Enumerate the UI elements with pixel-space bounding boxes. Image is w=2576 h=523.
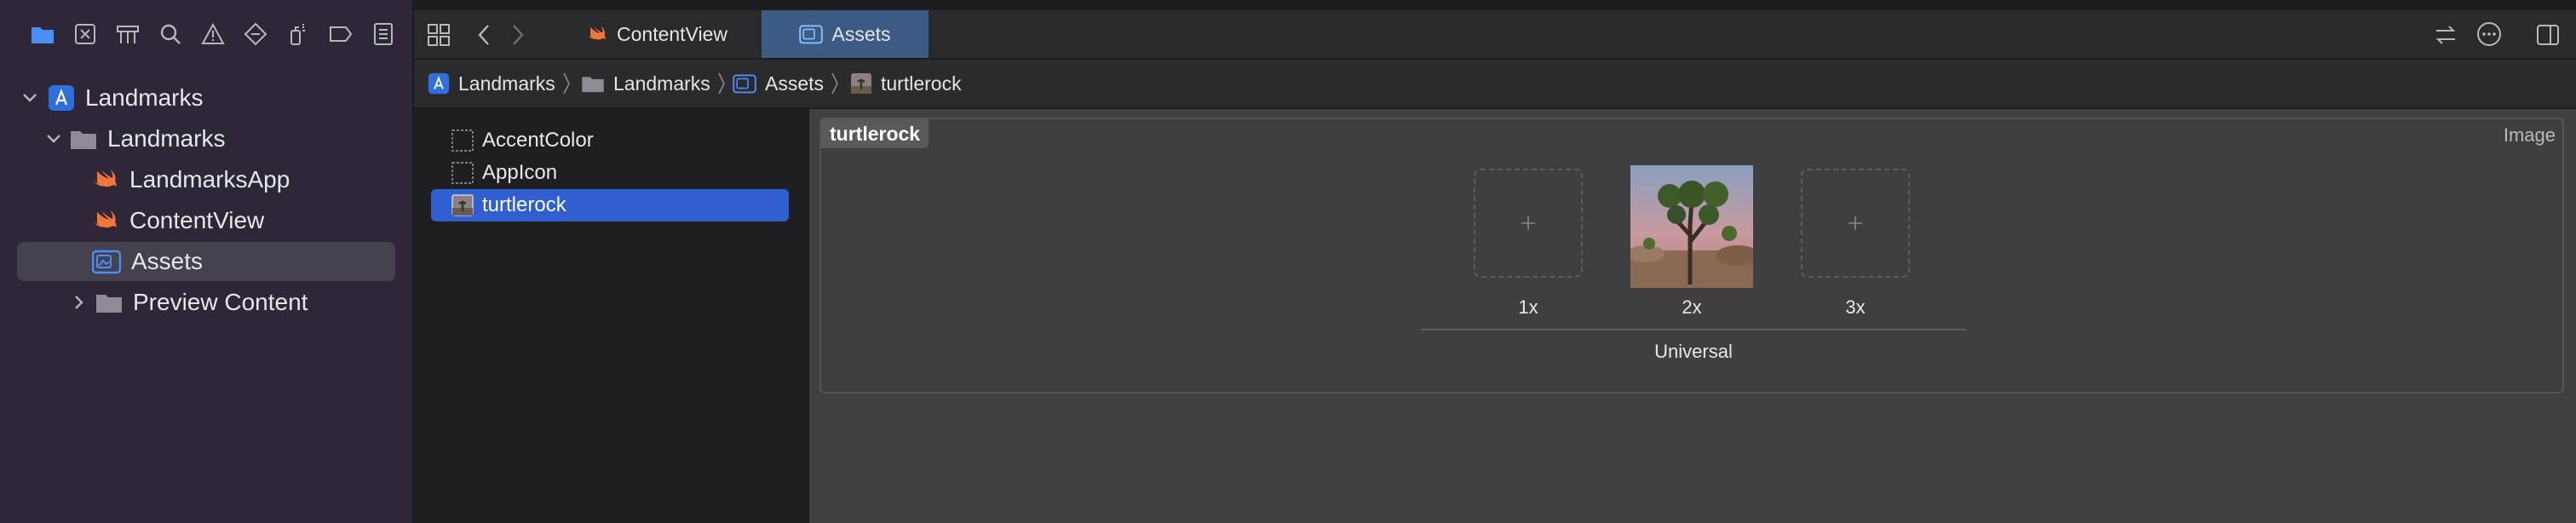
forward-chevron-icon[interactable] — [509, 22, 526, 48]
app-icon-set-icon — [451, 162, 474, 184]
asset-catalog-icon — [733, 73, 756, 94]
tree-item-project-landmarks[interactable]: Landmarks — [17, 78, 395, 118]
asset-catalog-icon — [92, 249, 121, 274]
slot-label-1x: 1x — [1518, 296, 1538, 318]
plus-icon — [1845, 213, 1866, 233]
tree-item-label: ContentView — [129, 207, 265, 233]
tree-item-label: Preview Content — [133, 289, 308, 315]
joshua-tree-image — [1630, 165, 1753, 288]
tree-item-label: Assets — [131, 248, 204, 274]
asset-item-label: AccentColor — [482, 129, 594, 152]
swift-file-icon — [92, 168, 119, 192]
slot-label-3x: 3x — [1845, 296, 1866, 318]
tree-item-label: LandmarksApp — [129, 166, 290, 193]
navigator-sidebar: Landmarks Landmarks LandmarksApp Content… — [0, 0, 414, 523]
tab-label: Assets — [831, 22, 891, 45]
project-navigator-folder-icon[interactable] — [27, 19, 58, 49]
breadcrumb-label: turtlerock — [881, 72, 962, 95]
tab-contentview[interactable]: ContentView — [578, 10, 765, 58]
tree-item-label: Landmarks — [85, 84, 204, 111]
asset-catalog-icon — [799, 24, 824, 44]
debug-spray-icon[interactable] — [283, 19, 313, 49]
swift-file-icon — [92, 209, 119, 233]
asset-item-turtlerock[interactable]: turtlerock — [431, 189, 789, 221]
asset-item-label: AppIcon — [482, 161, 558, 184]
asset-item-label: turtlerock — [482, 193, 566, 216]
slot-1x-empty[interactable] — [1474, 169, 1583, 278]
tree-item-assets[interactable]: Assets — [17, 242, 395, 281]
tab-assets[interactable]: Assets — [762, 10, 929, 58]
chevron-down-icon[interactable] — [41, 134, 66, 144]
breadcrumb-item-turtlerock[interactable]: turtlerock — [850, 60, 962, 107]
search-icon[interactable] — [155, 19, 186, 49]
tree-item-label: Landmarks — [107, 125, 226, 152]
test-navigator-diamond-icon[interactable] — [240, 19, 271, 49]
asset-list: AccentColor AppIcon turtlerock — [414, 109, 809, 523]
tree-item-landmarksapp[interactable]: LandmarksApp — [17, 160, 395, 199]
chevron-right-icon[interactable] — [66, 295, 92, 310]
editor-tab-bar: ContentView Assets — [414, 0, 2576, 60]
image-set-panel: turtlerock Image 1x 2x 3x Universal — [819, 118, 2564, 394]
group-divider — [1421, 329, 1966, 330]
device-group-label: Universal — [1654, 341, 1733, 362]
source-control-icon[interactable] — [70, 19, 101, 49]
more-options-icon[interactable] — [2475, 20, 2503, 48]
tree-item-preview-content[interactable]: Preview Content — [17, 283, 395, 322]
breadcrumb-separator-icon — [562, 72, 571, 95]
plus-icon — [1518, 213, 1538, 233]
breadcrumb-separator-icon — [831, 72, 839, 95]
tree-item-contentview[interactable]: ContentView — [17, 201, 395, 240]
chevron-down-icon[interactable] — [17, 93, 43, 103]
report-list-icon[interactable] — [368, 19, 399, 49]
slot-3x-empty[interactable] — [1801, 169, 1910, 278]
navigator-toolbar — [0, 0, 412, 68]
breadcrumb: Landmarks Landmarks Assets turtlerock — [414, 60, 2576, 109]
warning-icon[interactable] — [198, 19, 228, 49]
image-set-type: Image — [2503, 124, 2556, 146]
xcode-project-icon — [48, 84, 75, 112]
swap-arrows-icon[interactable] — [2433, 22, 2458, 48]
xcode-project-icon — [428, 72, 450, 95]
folder-icon — [581, 74, 605, 93]
grid-icon[interactable] — [426, 22, 451, 48]
inspector-toggle-icon[interactable] — [2535, 22, 2561, 48]
breadcrumb-label: Landmarks — [613, 72, 710, 95]
image-thumbnail-icon — [850, 72, 872, 95]
asset-item-accentcolor[interactable]: AccentColor — [431, 124, 789, 157]
image-set-name[interactable]: turtlerock — [821, 119, 929, 148]
breadcrumb-label: Assets — [765, 72, 825, 95]
breakpoint-tag-icon[interactable] — [325, 19, 356, 49]
breadcrumb-separator-icon — [717, 72, 726, 95]
breadcrumb-item-group[interactable]: Landmarks — [581, 60, 726, 107]
breadcrumb-item-assets[interactable]: Assets — [733, 60, 839, 107]
swift-file-icon — [586, 25, 608, 43]
image-thumbnail-icon — [451, 194, 474, 216]
back-chevron-icon[interactable] — [475, 22, 492, 48]
symbol-navigator-icon[interactable] — [112, 19, 143, 49]
tab-label: ContentView — [617, 22, 727, 45]
slot-label-2x: 2x — [1682, 296, 1702, 318]
breadcrumb-label: Landmarks — [458, 72, 555, 95]
color-set-icon — [451, 129, 474, 152]
slot-2x-image[interactable] — [1630, 165, 1753, 288]
breadcrumb-item-project[interactable]: Landmarks — [428, 60, 571, 107]
folder-icon — [95, 291, 123, 313]
asset-item-appicon[interactable]: AppIcon — [431, 157, 789, 189]
folder-icon — [70, 128, 97, 150]
tree-item-group-landmarks[interactable]: Landmarks — [17, 119, 395, 158]
